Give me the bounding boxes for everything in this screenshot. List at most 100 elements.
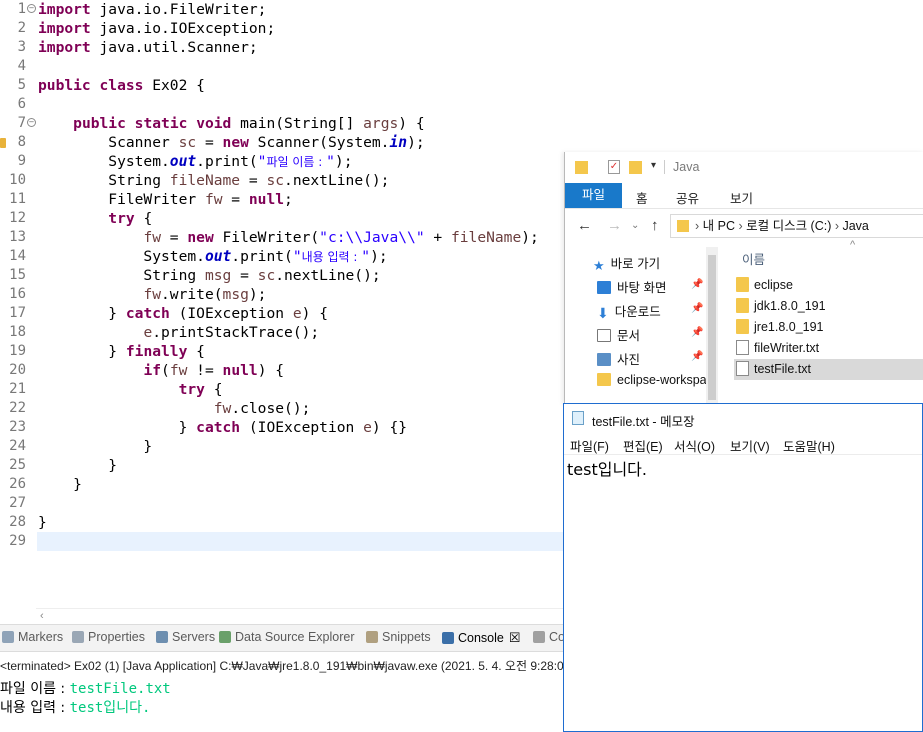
console-panel: Markers Properties Servers Data Source Expl… — [0, 624, 570, 732]
console-tab-snippets[interactable]: Snippets — [366, 630, 431, 644]
ribbon-tab-share[interactable]: 공유 — [676, 188, 699, 207]
notepad-menu-bar: 파일(F) 편집(E) 서식(O) 보기(V) 도움말(H) — [564, 432, 922, 455]
properties-icon[interactable]: ✓ — [608, 160, 620, 174]
scroll-left-icon[interactable]: ‹ — [40, 610, 44, 622]
nav-item-6[interactable]: eclipse-workspa — [597, 373, 707, 387]
notepad-menu-3[interactable]: 서식(O) — [674, 436, 715, 455]
nav-item-4[interactable]: 문서 — [597, 325, 640, 344]
column-header-name[interactable]: 이름 — [742, 249, 765, 268]
pin-icon[interactable]: 📌 — [691, 327, 703, 338]
navigation-pane: ★ 바로 가기바탕 화면 📌 ⬇ 다운로드 📌 문서 📌 사진 📌 eclipse-workspa — [565, 243, 710, 404]
up-arrow-icon[interactable]: ↑ — [651, 217, 659, 234]
console-tab-label: Servers — [172, 630, 216, 644]
code-token: import — [38, 39, 91, 56]
star-icon: ★ — [593, 258, 605, 273]
console-status: <terminated> Ex02 (1) [Java Application]… — [0, 659, 571, 673]
breadcrumb-java[interactable]: Java — [842, 219, 868, 233]
file-item[interactable]: jre1.8.0_191 — [736, 317, 824, 337]
ribbon-tab-file[interactable]: 파일 — [565, 183, 622, 208]
notepad-text-area[interactable]: test입니다. — [567, 456, 647, 480]
code-token: Scanner(System. — [248, 134, 390, 151]
console-output-line: 파일 이름 : testFile.txt — [0, 678, 171, 698]
fold-collapse-icon[interactable]: − — [27, 4, 36, 13]
recent-locations-icon[interactable]: ⌄ — [631, 220, 639, 231]
nav-item-3[interactable]: ⬇ 다운로드 — [597, 301, 661, 321]
code-token: " — [361, 248, 371, 265]
console-tab-properties[interactable]: Properties — [72, 630, 145, 644]
notepad-menu-1[interactable]: 파일(F) — [570, 436, 609, 455]
new-folder-icon[interactable] — [629, 161, 642, 174]
code-line: FileWriter fw = null; — [38, 190, 293, 209]
folder-icon — [575, 161, 588, 174]
code-token: .print( — [231, 248, 293, 265]
forward-arrow-icon[interactable]: → — [607, 217, 622, 234]
address-bar[interactable]: › 내 PC › 로컬 디스크 (C:) › Java — [670, 214, 923, 238]
pin-icon[interactable]: 📌 — [691, 351, 703, 362]
console-tab-console[interactable]: Console ☒ — [442, 630, 521, 646]
code-token: = — [222, 191, 249, 208]
pin-icon[interactable]: 📌 — [691, 279, 703, 290]
line-number: 27 — [9, 495, 26, 511]
file-item[interactable]: testFile.txt — [736, 359, 811, 379]
code-line: } — [38, 513, 47, 532]
pin-icon[interactable]: 📌 — [691, 303, 703, 314]
code-token: 내용 입력 : — [301, 250, 362, 264]
file-explorer-window: ✓ ▾ Java 파일 홈 공유 보기 ← → ⌄ ↑ › 내 PC › 로컬 … — [564, 152, 923, 404]
line-number: 12 — [9, 210, 26, 226]
code-token: public — [38, 77, 91, 94]
nav-item-1[interactable]: ★ 바로 가기 — [593, 253, 661, 273]
ribbon-tab-home[interactable]: 홈 — [636, 188, 648, 207]
nav-item-5[interactable]: 사진 — [597, 349, 640, 368]
nav-item-2[interactable]: 바탕 화면 — [597, 277, 666, 296]
notepad-menu-2[interactable]: 편집(E) — [623, 436, 663, 455]
code-token: try — [178, 381, 205, 398]
quick-access-dropdown-icon[interactable]: ▾ — [651, 160, 656, 171]
code-token: main(String[] — [231, 115, 364, 132]
nav-item-label: 바로 가기 — [610, 257, 661, 271]
navigation-scrollbar[interactable] — [706, 247, 718, 404]
code-token: public — [73, 115, 126, 132]
markers-icon — [2, 631, 14, 643]
file-item[interactable]: fileWriter.txt — [736, 338, 819, 358]
notepad-title-bar: testFile.txt - 메모장 — [564, 404, 922, 432]
console-tab-servers[interactable]: Servers — [156, 630, 215, 644]
editor-horizontal-scrollbar[interactable]: ‹ — [36, 608, 566, 625]
code-line: } catch (IOException e) {} — [38, 418, 407, 437]
code-token: FileWriter — [38, 191, 205, 208]
line-number: 13 — [9, 229, 26, 245]
code-token: } — [38, 419, 197, 436]
picture-icon — [597, 353, 611, 366]
line-number: 21 — [9, 381, 26, 397]
notepad-window: testFile.txt - 메모장 파일(F) 편집(E) 서식(O) 보기(V) 도… — [563, 403, 923, 732]
fold-collapse-icon[interactable]: − — [27, 118, 36, 127]
code-token: (IOException — [169, 305, 293, 322]
back-arrow-icon[interactable]: ← — [577, 217, 592, 234]
ribbon-tab-view[interactable]: 보기 — [730, 188, 753, 207]
notepad-menu-4[interactable]: 보기(V) — [730, 436, 770, 455]
file-name: fileWriter.txt — [754, 341, 820, 355]
code-token: .printStackTrace(); — [152, 324, 320, 341]
file-item[interactable]: eclipse — [736, 275, 793, 295]
title-divider — [664, 160, 665, 174]
console-tab-markers[interactable]: Markers — [2, 630, 63, 644]
close-icon[interactable]: ☒ — [509, 630, 521, 645]
explorer-title-bar: ✓ ▾ Java — [565, 152, 923, 183]
console-tab-data-source-explorer[interactable]: Data Source Explorer — [219, 630, 355, 644]
code-token: } — [38, 343, 126, 360]
file-item[interactable]: jdk1.8.0_191 — [736, 296, 826, 316]
notepad-menu-5[interactable]: 도움말(H) — [783, 436, 835, 455]
code-line: public static void main(String[] args) { — [38, 114, 425, 133]
code-token: + — [424, 229, 451, 246]
line-number-gutter: 1 2 3 4 5 6 7 8 9 10 11 12 13 14 15 16 17 18 19 20 21 22 23 24 2… — [0, 0, 36, 608]
warning-marker-icon — [0, 138, 6, 148]
desktop-icon — [597, 281, 611, 294]
code-token: System. — [38, 153, 170, 170]
breadcrumb-this-pc[interactable]: 내 PC — [703, 219, 735, 233]
scrollbar-thumb[interactable] — [708, 255, 716, 400]
console-tab-co[interactable]: Co — [533, 630, 565, 644]
breadcrumb-local-disk[interactable]: 로컬 디스크 (C:) — [746, 219, 831, 233]
